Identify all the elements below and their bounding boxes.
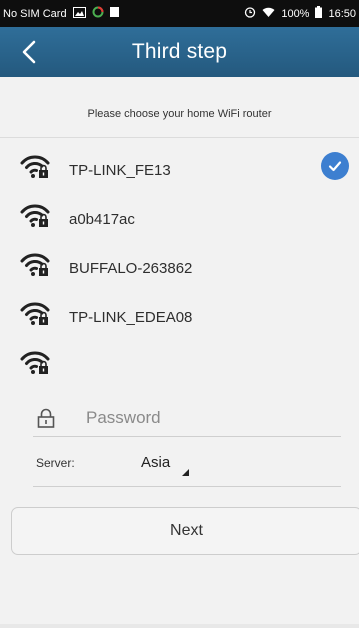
wifi-lock-icon [20, 351, 50, 374]
battery-icon [315, 6, 323, 21]
clock-time: 16:50 [328, 7, 356, 20]
divider [0, 137, 359, 138]
app-header: Third step [0, 27, 359, 77]
instruction-text: Please choose your home WiFi router [87, 108, 272, 120]
wifi-network-item[interactable]: TP-LINK_EDEA08 [0, 292, 359, 341]
password-field[interactable] [86, 404, 336, 432]
wifi-ssid: BUFFALO-263862 [69, 260, 193, 277]
alarm-icon [244, 6, 256, 21]
server-value: Asia [141, 454, 171, 471]
wifi-ssid: TP-LINK_EDEA08 [69, 309, 193, 326]
bottom-edge [0, 624, 359, 628]
carrier-text: No SIM Card [3, 7, 67, 20]
wifi-network-item[interactable] [0, 341, 359, 390]
next-button[interactable]: Next [11, 507, 359, 555]
wifi-lock-icon [20, 155, 50, 178]
wifi-lock-icon [20, 302, 50, 325]
password-row [33, 404, 341, 437]
wifi-network-item[interactable]: TP-LINK_FE13 [0, 145, 359, 194]
divider [33, 486, 341, 487]
wifi-network-item[interactable]: BUFFALO-263862 [0, 243, 359, 292]
status-bar: No SIM Card 100% 16:50 [0, 0, 359, 27]
dropdown-caret-icon [182, 469, 189, 476]
wifi-ssid: TP-LINK_FE13 [69, 162, 171, 179]
signal-icon [109, 7, 119, 20]
page-title: Third step [131, 40, 228, 63]
battery-percent: 100% [281, 7, 310, 20]
server-label: Server: [36, 456, 75, 470]
wifi-network-item[interactable]: a0b417ac [0, 194, 359, 243]
wifi-icon [262, 7, 275, 21]
image-icon [72, 6, 86, 21]
lock-icon [37, 408, 55, 428]
wifi-network-list: TP-LINK_FE13 a0b417ac BUFFALO-263862 TP-… [0, 145, 359, 390]
server-dropdown[interactable]: Asia [141, 451, 201, 477]
selected-check-icon [321, 152, 349, 180]
wifi-lock-icon [20, 253, 50, 276]
sync-icon [92, 6, 104, 21]
divider [33, 436, 341, 437]
wifi-lock-icon [20, 204, 50, 227]
wifi-ssid: a0b417ac [69, 211, 135, 228]
